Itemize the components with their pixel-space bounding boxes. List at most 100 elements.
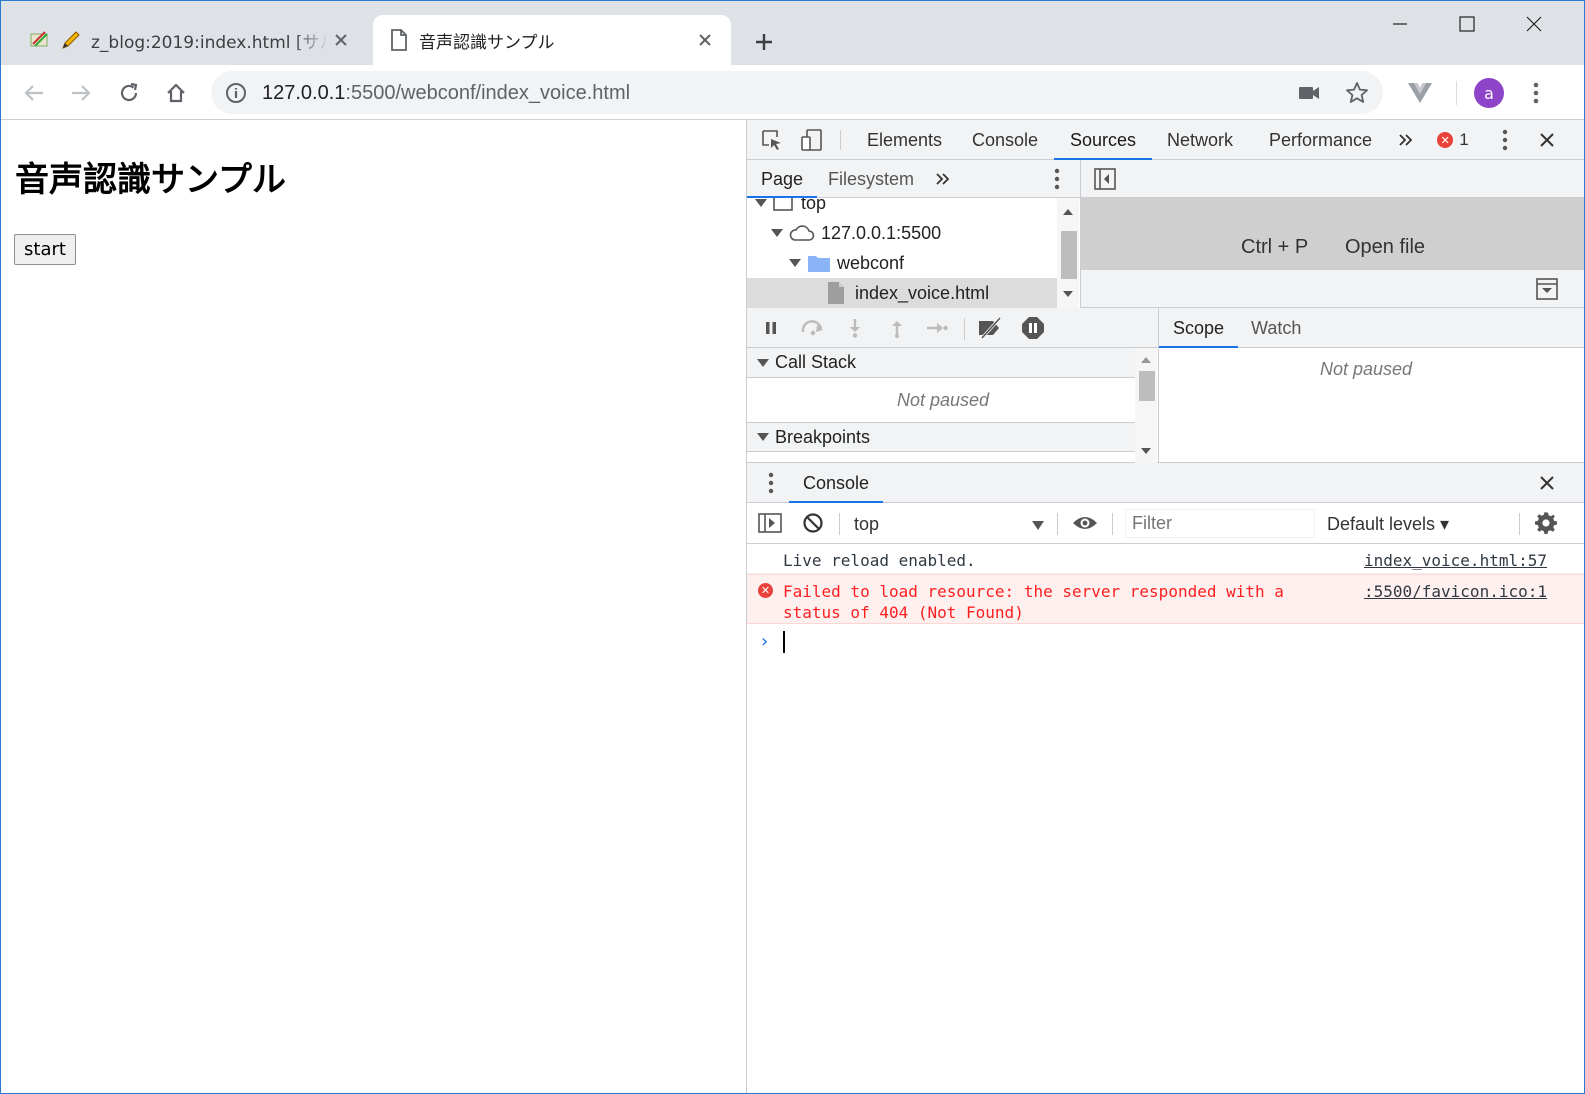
pause-icon[interactable] [757, 314, 785, 342]
tree-scrollbar[interactable] [1057, 198, 1079, 308]
toggle-debugger-icon[interactable] [1533, 275, 1561, 303]
device-toolbar-icon[interactable] [798, 126, 826, 154]
bookmark-star-icon[interactable] [1344, 80, 1370, 106]
pause-on-exceptions-icon[interactable] [1019, 314, 1047, 342]
context-selector[interactable]: top [854, 514, 879, 535]
collapse-arrow-icon [757, 433, 769, 441]
message-text: Failed to load resource: the server resp… [783, 582, 1284, 622]
step-into-icon[interactable] [841, 314, 869, 342]
error-counter[interactable]: ✕ 1 [1435, 126, 1471, 154]
open-file-label[interactable]: Open file [1345, 236, 1425, 259]
call-stack-header[interactable]: Call Stack [747, 348, 1135, 378]
close-drawer-icon[interactable] [1533, 469, 1561, 497]
tab-elements[interactable]: Elements [867, 120, 942, 160]
context-dropdown-icon[interactable] [1032, 521, 1044, 530]
console-prompt-icon: › [759, 631, 770, 652]
url-path: :5500/webconf/index_voice.html [345, 82, 631, 104]
scope-tabs: Scope Watch [1159, 308, 1584, 348]
drawer-menu-icon[interactable] [757, 469, 785, 497]
breakpoints-header[interactable]: Breakpoints [747, 422, 1135, 452]
frame-icon [773, 198, 793, 211]
console-filter-input[interactable] [1125, 509, 1315, 538]
step-out-icon[interactable] [883, 314, 911, 342]
vue-devtools-icon[interactable] [1404, 77, 1436, 109]
url-host: 127.0.0.1 [262, 82, 346, 104]
step-over-icon[interactable] [799, 314, 827, 342]
navigator-menu-icon[interactable] [1043, 165, 1071, 193]
tab-voice-sample[interactable]: 音声認識サンプル [373, 15, 731, 65]
info-icon[interactable] [223, 80, 249, 106]
console-input-caret[interactable] [783, 631, 785, 653]
deactivate-breakpoints-icon[interactable] [977, 314, 1005, 342]
clear-console-icon[interactable] [799, 509, 827, 537]
start-button[interactable]: start [14, 234, 76, 265]
tree-label: index_voice.html [855, 282, 990, 303]
tree-label: top [801, 198, 827, 213]
log-levels-dropdown[interactable]: Default levels ▾ [1327, 514, 1449, 535]
tab-blog[interactable]: z_blog:2019:index.html [サルでもわかる] [15, 15, 367, 65]
close-tab-icon[interactable] [329, 28, 353, 52]
message-source-link[interactable]: index_voice.html:57 [1364, 550, 1547, 571]
error-count: 1 [1459, 130, 1469, 149]
tab-sources[interactable]: Sources [1054, 120, 1153, 160]
show-sidebar-icon[interactable] [756, 509, 784, 537]
drawer-tab-console[interactable]: Console [789, 463, 884, 503]
tab-scope[interactable]: Scope [1159, 308, 1239, 348]
reload-icon[interactable] [113, 77, 145, 109]
expand-arrow-icon [771, 229, 783, 237]
pencil-icon [59, 28, 83, 52]
separator [964, 318, 965, 340]
maximize-icon[interactable] [1444, 7, 1490, 41]
tab-network[interactable]: Network [1167, 120, 1233, 160]
tab-page[interactable]: Page [747, 160, 818, 198]
minimize-icon[interactable] [1377, 7, 1423, 41]
tree-item-top[interactable]: top [747, 198, 1057, 218]
separator [1057, 513, 1058, 535]
tab-filesystem[interactable]: Filesystem [828, 160, 914, 198]
tree-item-file[interactable]: index_voice.html [747, 278, 1057, 308]
message-source-link[interactable]: :5500/favicon.ico:1 [1364, 581, 1547, 602]
tab-console[interactable]: Console [972, 120, 1038, 160]
home-icon[interactable] [160, 77, 192, 109]
navigator-tabs: Page Filesystem [747, 160, 1080, 198]
forward-icon[interactable] [65, 77, 97, 109]
menu-kebab-icon[interactable] [1520, 77, 1552, 109]
drawer-tab-bar: Console [747, 463, 1584, 503]
file-tree: top 127.0.0.1:5500 webconf index_voice.h… [747, 198, 1057, 308]
live-expression-eye-icon[interactable] [1071, 509, 1099, 537]
inspect-element-icon[interactable] [758, 126, 786, 154]
step-icon[interactable] [923, 314, 951, 342]
sources-navigator: Page Filesystem top 127.0.0.1:5500 webco… [747, 160, 1081, 308]
more-navigator-tabs-icon[interactable] [929, 165, 957, 193]
toggle-navigator-icon[interactable] [1091, 165, 1119, 193]
browser-window: z_blog:2019:index.html [サルでもわかる] 音声認識サンプ… [0, 0, 1585, 1094]
document-icon [387, 28, 411, 52]
tab-performance[interactable]: Performance [1269, 120, 1372, 160]
camera-icon[interactable] [1296, 80, 1322, 106]
scope-pane: Scope Watch Not paused [1159, 308, 1584, 463]
tab-title: 音声認識サンプル [419, 32, 555, 53]
more-tabs-icon[interactable] [1392, 126, 1420, 154]
close-devtools-icon[interactable] [1533, 126, 1561, 154]
tree-label: webconf [837, 252, 905, 273]
folder-icon [808, 256, 830, 272]
close-window-icon[interactable] [1511, 7, 1557, 41]
tab-watch[interactable]: Watch [1251, 308, 1301, 348]
close-tab-icon[interactable] [693, 28, 717, 52]
back-icon[interactable] [18, 77, 50, 109]
devtools-menu-icon[interactable] [1491, 126, 1519, 154]
new-tab-icon[interactable] [749, 27, 779, 57]
profile-avatar[interactable]: a [1474, 78, 1504, 108]
tree-item-folder[interactable]: webconf [747, 248, 1057, 278]
console-settings-gear-icon[interactable] [1532, 509, 1560, 537]
collapse-arrow-icon [757, 358, 769, 367]
app-icon [29, 28, 53, 52]
sources-editor: Ctrl + P Open file [1081, 160, 1584, 308]
page-heading: 音声認識サンプル [15, 160, 286, 200]
address-bar[interactable]: 127.0.0.1:5500/webconf/index_voice.html [211, 71, 1383, 114]
error-icon: ✕ [1437, 132, 1454, 148]
tree-item-host[interactable]: 127.0.0.1:5500 [747, 218, 1057, 248]
debugger-scrollbar[interactable] [1135, 348, 1157, 463]
editor-toolbar [1081, 160, 1584, 198]
tree-label: 127.0.0.1:5500 [821, 222, 942, 243]
